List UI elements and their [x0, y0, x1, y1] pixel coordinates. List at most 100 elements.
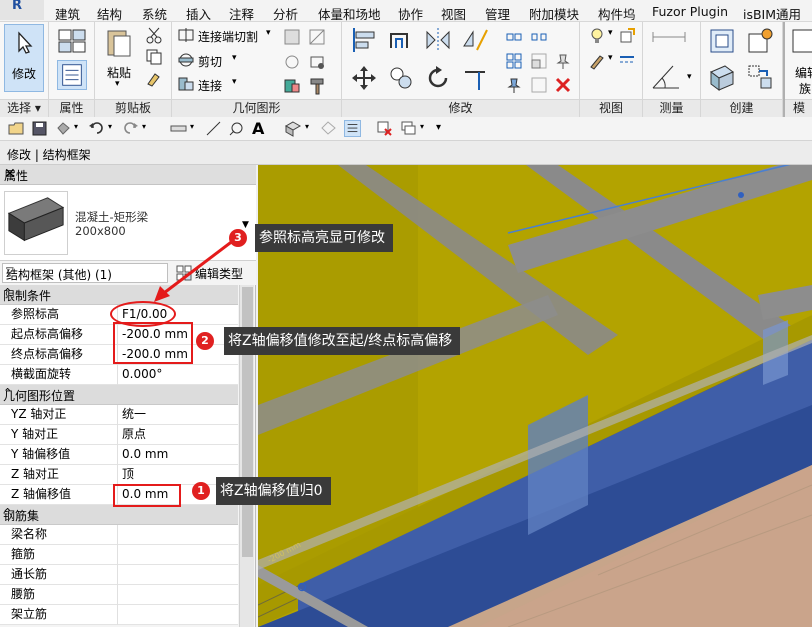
tag-icon[interactable]	[228, 120, 245, 137]
close-hidden-windows-icon[interactable]	[376, 120, 393, 137]
line-styles-icon[interactable]	[618, 52, 636, 70]
create-assembly-icon[interactable]	[707, 26, 737, 56]
create-parts-icon[interactable]	[707, 62, 737, 92]
hammer-icon[interactable]	[307, 76, 327, 96]
join-geometry-icon[interactable]	[177, 76, 195, 92]
section-rebar-set[interactable]: 钢筋集 ⌃	[0, 505, 238, 525]
paste-icon[interactable]	[105, 26, 133, 58]
offset-icon[interactable]	[387, 26, 415, 54]
stirrup-value[interactable]	[119, 545, 236, 565]
cut-scissors-icon[interactable]	[145, 26, 163, 44]
match-properties-icon[interactable]	[145, 70, 163, 88]
array-icon[interactable]	[505, 52, 523, 70]
3d-view-dropdown-icon[interactable]: ▾	[305, 122, 309, 131]
lightbulb-icon[interactable]	[588, 27, 606, 45]
scale-icon[interactable]	[530, 52, 548, 70]
join-end-cut-dropdown-icon[interactable]: ▾	[266, 28, 271, 38]
open-icon[interactable]	[8, 120, 25, 137]
menu-architecture[interactable]: 建筑	[55, 4, 80, 23]
undo-icon[interactable]	[88, 120, 105, 137]
thin-lines-icon[interactable]	[344, 120, 361, 137]
join-geometry-label[interactable]: 连接	[198, 77, 222, 94]
cut-geometry-icon[interactable]	[177, 52, 195, 68]
application-button[interactable]: R	[0, 0, 44, 20]
menu-annotate[interactable]: 注释	[229, 4, 254, 23]
yz-justification-value[interactable]: 统一	[119, 405, 236, 425]
lightbulb-dropdown-icon[interactable]: ▾	[608, 28, 613, 38]
cross-section-rotation-value[interactable]: 0.000°	[119, 365, 236, 385]
override-graphics-icon[interactable]	[618, 27, 636, 45]
switch-windows-icon[interactable]	[400, 120, 417, 137]
unpin-icon[interactable]	[554, 52, 572, 70]
3d-view-icon[interactable]	[284, 120, 302, 137]
instance-filter-select[interactable]: 结构框架 (其他) (1) ▽	[2, 263, 168, 283]
copy-icon[interactable]	[145, 48, 163, 66]
split-element-icon[interactable]	[505, 28, 523, 46]
join-end-cut-label[interactable]: 连接端切割	[198, 28, 258, 45]
section-geometric-position[interactable]: 几何图形位置 ⌃	[0, 385, 238, 405]
menu-fuzor-plugin[interactable]: Fuzor Plugin	[652, 4, 728, 19]
menu-analyze[interactable]: 分析	[273, 4, 298, 23]
waist-bar-value[interactable]	[119, 585, 236, 605]
edit-family-icon[interactable]	[791, 26, 812, 56]
customize-qat-icon[interactable]: ▾	[436, 122, 441, 133]
paint-icon[interactable]	[282, 76, 302, 96]
linework-brush-icon[interactable]	[588, 52, 606, 70]
array-linear-icon[interactable]	[530, 76, 548, 94]
create-group-icon[interactable]	[745, 62, 775, 92]
beam-name-value[interactable]	[119, 525, 236, 545]
join-dropdown-icon[interactable]: ▾	[232, 77, 237, 87]
text-icon[interactable]: A	[252, 120, 269, 137]
linework-dropdown-icon[interactable]: ▾	[608, 53, 613, 63]
move-icon[interactable]	[350, 64, 378, 92]
panel-label-select[interactable]: 选择 ▾	[0, 99, 48, 117]
modify-button[interactable]: 修改	[4, 24, 44, 92]
uncut-icon[interactable]	[282, 52, 302, 72]
menu-component-dock[interactable]: 构件坞	[598, 4, 636, 23]
y-offset-value[interactable]: 0.0 mm	[119, 445, 236, 465]
menu-structure[interactable]: 结构	[97, 4, 122, 23]
paste-dropdown-icon[interactable]: ▾	[115, 79, 120, 89]
cut-dropdown-icon[interactable]: ▾	[232, 53, 237, 63]
y-justification-value[interactable]: 原点	[119, 425, 236, 445]
mirror-draw-axis-icon[interactable]	[461, 26, 489, 54]
undo-dropdown-icon[interactable]: ▾	[108, 122, 112, 131]
erection-bar-value[interactable]	[119, 605, 236, 625]
aligned-dimension-icon[interactable]	[651, 30, 687, 44]
properties-icon[interactable]	[57, 60, 87, 90]
measure-dropdown-icon[interactable]: ▾	[687, 72, 692, 82]
redo-icon[interactable]	[122, 120, 139, 137]
menu-massing-site[interactable]: 体量和场地	[318, 4, 381, 23]
menu-addins[interactable]: 附加模块	[529, 4, 579, 23]
redo-dropdown-icon[interactable]: ▾	[142, 122, 146, 131]
copy-element-icon[interactable]	[387, 64, 415, 92]
menu-isbim[interactable]: isBIM通用	[743, 4, 801, 23]
cut-geometry-label[interactable]: 剪切	[198, 53, 222, 70]
close-icon[interactable]: ✕	[4, 166, 250, 182]
menu-collaborate[interactable]: 协作	[398, 4, 423, 23]
demolish-icon[interactable]	[307, 52, 327, 72]
join-end-cut-icon[interactable]	[177, 27, 195, 43]
menu-view[interactable]: 视图	[441, 4, 466, 23]
edit-family-label-2[interactable]: 族	[799, 80, 811, 97]
edit-family-label-1[interactable]: 编辑	[795, 64, 812, 81]
measure-qat-dropdown-icon[interactable]: ▾	[190, 122, 194, 131]
save-icon[interactable]	[31, 120, 48, 137]
through-bar-value[interactable]	[119, 565, 236, 585]
align-icon[interactable]	[350, 26, 378, 54]
create-similar-icon[interactable]	[745, 26, 775, 56]
rotate-icon[interactable]	[424, 64, 452, 92]
pin-icon[interactable]	[505, 76, 523, 94]
trim-extend-icon[interactable]	[461, 64, 489, 92]
split-gap-icon[interactable]	[530, 28, 548, 46]
menu-systems[interactable]: 系统	[142, 4, 167, 23]
section-icon[interactable]	[320, 120, 337, 137]
collapse-icon[interactable]: ⌃	[3, 506, 232, 519]
split-face-icon[interactable]	[307, 27, 327, 47]
menu-insert[interactable]: 插入	[186, 4, 211, 23]
measure-icon[interactable]	[170, 120, 187, 137]
sync-dropdown-icon[interactable]: ▾	[74, 122, 78, 131]
menu-manage[interactable]: 管理	[485, 4, 510, 23]
type-properties-icon[interactable]	[57, 26, 87, 56]
sync-icon[interactable]	[55, 120, 72, 137]
